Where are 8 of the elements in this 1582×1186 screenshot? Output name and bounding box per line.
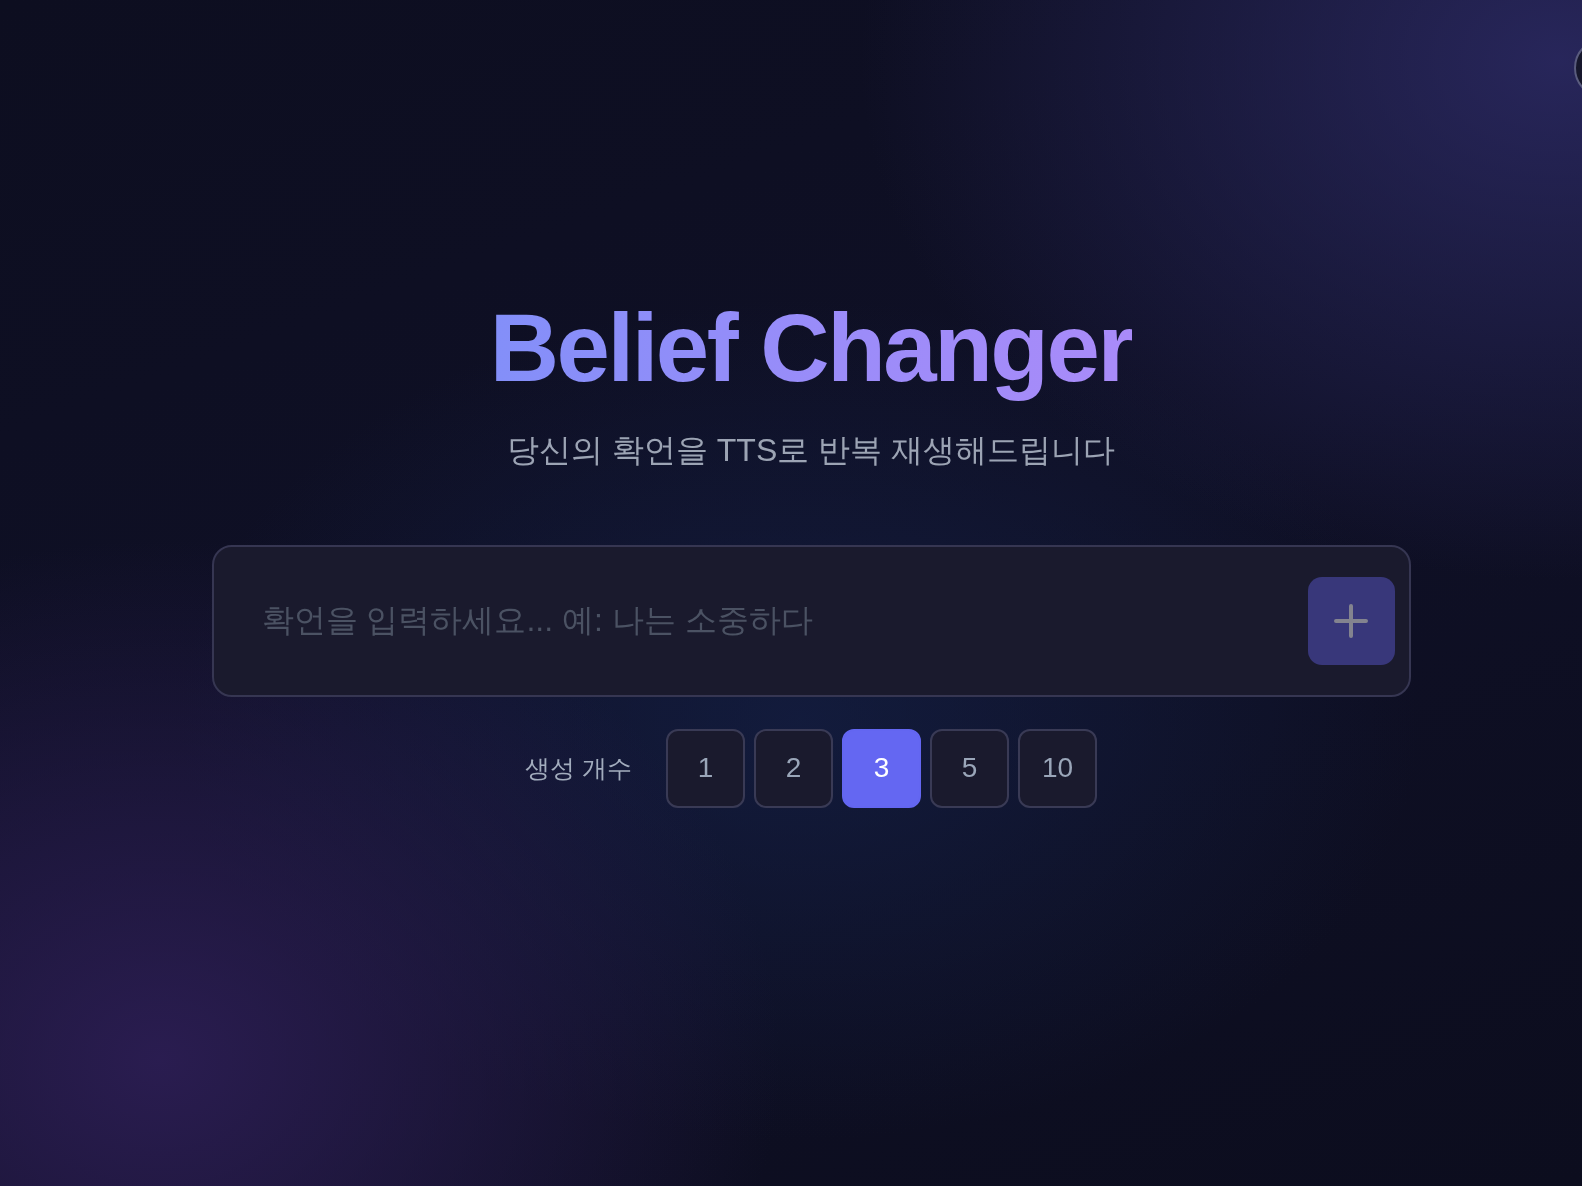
count-option[interactable]: 3: [841, 729, 921, 808]
count-option[interactable]: 2: [753, 729, 833, 808]
plus-icon: [1334, 604, 1368, 638]
count-option[interactable]: 5: [929, 729, 1009, 808]
count-label: 생성 개수: [525, 753, 632, 784]
subtitle: 당신의 확언을 TTS로 반복 재생해드립니다: [507, 431, 1115, 471]
count-option[interactable]: 10: [1017, 729, 1097, 808]
count-option[interactable]: 1: [665, 729, 745, 808]
